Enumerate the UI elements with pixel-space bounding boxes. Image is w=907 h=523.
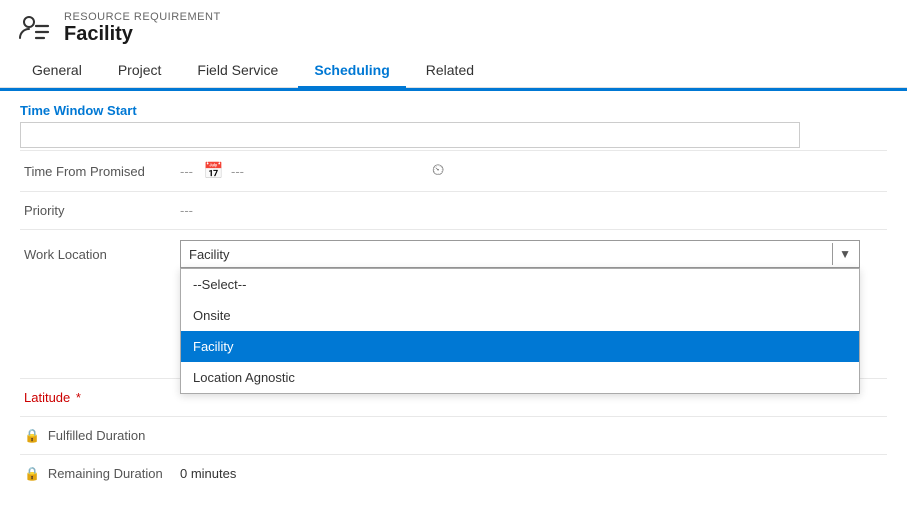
work-location-row: Work Location Facility ▼ --Select-- Onsi… — [20, 229, 887, 278]
time-window-start-section: Time Window Start — [20, 103, 887, 148]
priority-label: Priority — [20, 203, 180, 218]
dropdown-option-location-agnostic[interactable]: Location Agnostic — [181, 362, 859, 393]
remaining-duration-value: 0 minutes — [180, 466, 887, 481]
remaining-duration-row: 🔒 Remaining Duration 0 minutes — [20, 454, 887, 492]
remaining-duration-label: 🔒 Remaining Duration — [20, 466, 180, 482]
tab-field-service[interactable]: Field Service — [181, 54, 294, 88]
priority-value: --- — [180, 203, 887, 218]
time-from-promised-label: Time From Promised — [20, 164, 180, 179]
calendar-icon[interactable]: 📅 — [204, 161, 224, 181]
work-location-selected: Facility — [189, 247, 229, 262]
lock-icon-remaining: 🔒 — [24, 466, 40, 481]
dropdown-option-facility[interactable]: Facility — [181, 331, 859, 362]
fulfilled-duration-row: 🔒 Fulfilled Duration — [20, 416, 887, 454]
time-from-promised-row: Time From Promised --- 📅 --- ⏲ — [20, 150, 887, 191]
resource-icon — [16, 10, 52, 46]
dropdown-option-onsite[interactable]: Onsite — [181, 300, 859, 331]
dropdown-option-select[interactable]: --Select-- — [181, 269, 859, 300]
clock-icon[interactable]: ⏲ — [432, 162, 444, 180]
latitude-required-star: * — [76, 390, 81, 405]
latitude-label: Latitude * — [20, 390, 180, 405]
work-location-label: Work Location — [20, 247, 180, 262]
time-window-start-input[interactable] — [20, 122, 800, 148]
lock-icon-fulfilled: 🔒 — [24, 428, 40, 443]
nav-tabs: General Project Field Service Scheduling… — [0, 54, 907, 88]
form-section: Time Window Start Time From Promised ---… — [0, 91, 907, 492]
page-header: RESOURCE REQUIREMENT Facility — [0, 0, 907, 54]
work-location-dropdown-menu: --Select-- Onsite Facility Location Agno… — [180, 268, 860, 394]
time-window-start-label: Time Window Start — [20, 103, 887, 118]
work-location-value: Facility ▼ --Select-- Onsite Facility Lo… — [180, 240, 887, 268]
time-from-value1: --- — [180, 164, 193, 179]
tab-scheduling[interactable]: Scheduling — [298, 54, 405, 88]
tab-project[interactable]: Project — [102, 54, 178, 88]
header-text: RESOURCE REQUIREMENT Facility — [64, 11, 221, 46]
header-subtitle: RESOURCE REQUIREMENT — [64, 11, 221, 23]
dropdown-arrow-icon: ▼ — [832, 243, 851, 265]
time-from-value2: --- — [231, 164, 244, 179]
tab-general[interactable]: General — [16, 54, 98, 88]
work-location-dropdown-container: Facility ▼ --Select-- Onsite Facility Lo… — [180, 240, 860, 268]
priority-row: Priority --- — [20, 191, 887, 229]
tab-related[interactable]: Related — [410, 54, 490, 88]
header-title: Facility — [64, 23, 221, 46]
work-location-dropdown[interactable]: Facility ▼ — [180, 240, 860, 268]
fulfilled-duration-label: 🔒 Fulfilled Duration — [20, 428, 180, 444]
time-from-promised-value: --- 📅 --- ⏲ — [180, 161, 887, 181]
